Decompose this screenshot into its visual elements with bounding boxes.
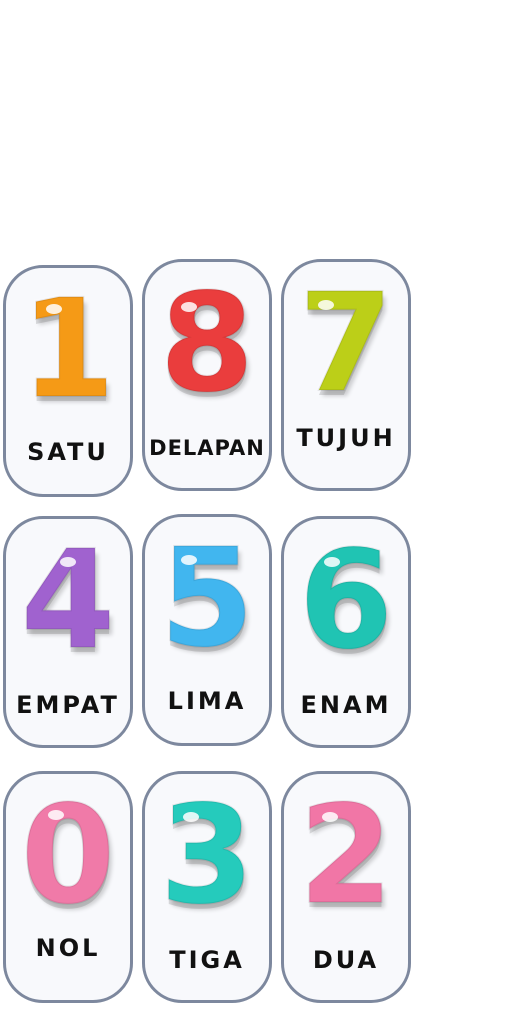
shine-highlight (48, 810, 64, 820)
number-card-8: 8 DELAPAN (142, 259, 272, 491)
number-word: NOL (35, 934, 101, 962)
number-word: TIGA (169, 946, 245, 974)
digit: 2 (298, 777, 395, 935)
number-card-5: 5 LIMA (142, 514, 272, 746)
number-card-7: 7 TUJUH (281, 259, 411, 491)
digit: 6 (298, 522, 395, 680)
number-card-4: 4 EMPAT (3, 516, 133, 748)
shine-highlight (46, 304, 62, 314)
digit: 3 (159, 777, 256, 935)
digit: 4 (20, 522, 117, 680)
digit: 7 (298, 265, 395, 423)
shine-highlight (60, 557, 76, 567)
number-word: LIMA (167, 687, 247, 715)
shine-highlight (322, 812, 338, 822)
number-card-0: 0 NOL (3, 771, 133, 1003)
number-word: ENAM (300, 691, 392, 719)
number-card-2: 2 DUA (281, 771, 411, 1003)
number-word: TUJUH (296, 424, 396, 452)
shine-highlight (181, 555, 197, 565)
number-card-3: 3 TIGA (142, 771, 272, 1003)
number-word: SATU (27, 438, 109, 466)
shine-highlight (183, 812, 199, 822)
number-card-1: 1 SATU (3, 265, 133, 497)
digit: 1 (20, 271, 117, 429)
shine-highlight (318, 300, 334, 310)
number-card-6: 6 ENAM (281, 516, 411, 748)
number-word: DELAPAN (149, 436, 265, 460)
number-word: EMPAT (16, 691, 120, 719)
shine-highlight (181, 302, 197, 312)
digit: 0 (20, 777, 117, 935)
digit: 5 (159, 520, 256, 678)
shine-highlight (324, 557, 340, 567)
digit: 8 (159, 265, 256, 423)
number-word: DUA (312, 946, 380, 974)
